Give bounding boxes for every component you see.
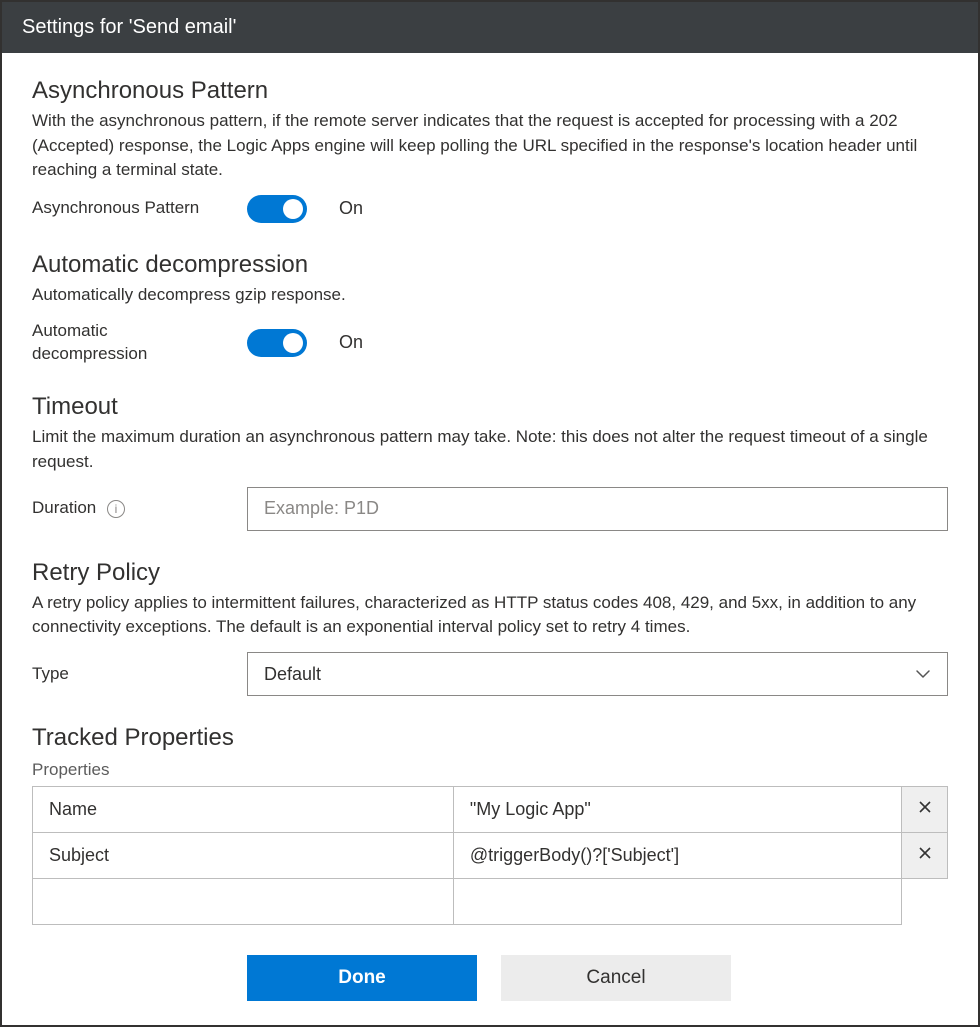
toggle-knob-icon [283,333,303,353]
panel-content: Asynchronous Pattern With the asynchrono… [2,53,978,1025]
retry-description: A retry policy applies to intermittent f… [32,591,948,640]
tracked-heading: Tracked Properties [32,724,948,752]
duration-label-text: Duration [32,498,96,517]
close-icon [917,799,933,819]
decomp-toggle-label: Automatic decompression [32,320,227,366]
close-icon [917,845,933,865]
cancel-button[interactable]: Cancel [501,955,731,1001]
table-row: Subject @triggerBody()?['Subject'] [33,833,948,879]
tracked-props-table: Name "My Logic App" Subject @triggerBody… [32,786,948,925]
async-toggle-label: Asynchronous Pattern [32,197,227,220]
prop-value-cell[interactable] [453,879,901,925]
table-row [33,879,948,925]
section-retry: Retry Policy A retry policy applies to i… [32,559,948,696]
decomp-description: Automatically decompress gzip response. [32,283,948,308]
retry-type-value: Default [264,664,321,685]
done-button[interactable]: Done [247,955,477,1001]
async-toggle-state: On [339,198,363,219]
async-description: With the asynchronous pattern, if the re… [32,109,948,183]
duration-label: Duration i [32,497,227,520]
prop-delete-button[interactable] [902,833,948,879]
chevron-down-icon [915,666,931,682]
duration-input[interactable] [247,487,948,531]
prop-key-cell[interactable]: Subject [33,833,454,879]
timeout-description: Limit the maximum duration an asynchrono… [32,425,948,474]
section-timeout: Timeout Limit the maximum duration an as… [32,393,948,530]
decomp-toggle-state: On [339,332,363,353]
section-async: Asynchronous Pattern With the asynchrono… [32,77,948,223]
decomp-heading: Automatic decompression [32,251,948,279]
prop-value-cell[interactable]: @triggerBody()?['Subject'] [453,833,901,879]
retry-heading: Retry Policy [32,559,948,587]
retry-type-label: Type [32,663,227,686]
toggle-knob-icon [283,199,303,219]
prop-key-cell[interactable]: Name [33,787,454,833]
timeout-heading: Timeout [32,393,948,421]
prop-delete-placeholder [902,879,948,925]
async-heading: Asynchronous Pattern [32,77,948,105]
info-icon[interactable]: i [107,500,125,518]
retry-type-select[interactable]: Default [247,652,948,696]
section-decompression: Automatic decompression Automatically de… [32,251,948,366]
table-row: Name "My Logic App" [33,787,948,833]
decomp-toggle[interactable] [247,329,307,357]
async-toggle[interactable] [247,195,307,223]
section-tracked: Tracked Properties Properties Name "My L… [32,724,948,925]
tracked-props-label: Properties [32,760,948,780]
panel-title: Settings for 'Send email' [2,2,978,53]
settings-panel: Settings for 'Send email' Asynchronous P… [0,0,980,1027]
footer: Done Cancel [247,955,948,1001]
prop-delete-button[interactable] [902,787,948,833]
prop-value-cell[interactable]: "My Logic App" [453,787,901,833]
prop-key-cell[interactable] [33,879,454,925]
